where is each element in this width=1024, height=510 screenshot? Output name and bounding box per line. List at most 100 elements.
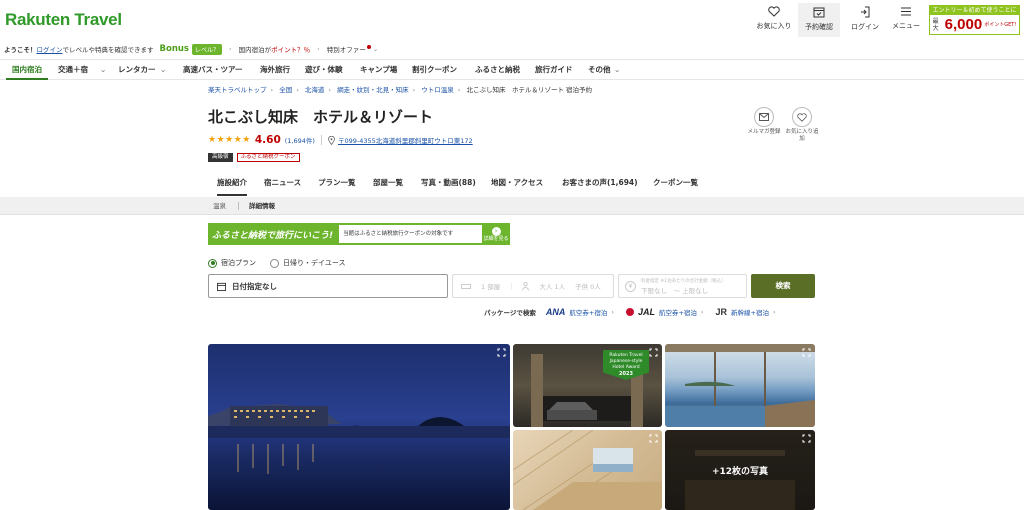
tab-access[interactable]: 地図・アクセス <box>491 172 543 196</box>
nav-camping[interactable]: キャンプ場 <box>360 60 397 80</box>
nav-overseas[interactable]: 海外旅行 <box>260 60 290 80</box>
breadcrumb-link[interactable]: ウトロ温泉 <box>421 86 454 94</box>
price-max: 〜 上限なし <box>673 287 709 295</box>
price-note: 料金指定 ※1泊あたりの合計金額（税込） <box>641 279 726 284</box>
nav-travel-guide[interactable]: 旅行ガイド <box>535 60 573 80</box>
chevron-down-icon: ⌄ <box>372 45 379 53</box>
radio-day-use[interactable]: 日帰り・デイユース <box>270 258 346 268</box>
award-photo[interactable]: Rakuten Travel Japanese-style Hotel Awar… <box>513 344 662 427</box>
breadcrumb-link[interactable]: 楽天トラベルトップ <box>208 86 267 94</box>
rakuten-travel-logo[interactable]: Rakuten Travel <box>5 10 122 30</box>
package-label: パッケージで検索 <box>484 309 536 317</box>
jal-logo: JAL <box>637 307 655 317</box>
breadcrumb-link[interactable]: 全国 <box>279 86 292 94</box>
tab-rooms[interactable]: 部屋一覧 <box>373 172 403 196</box>
furusato-banner[interactable]: ふるさと納税で旅行にいこう! 当館はふるさと納税旅行クーポンの対象です › 詳細… <box>208 223 510 245</box>
package-search-row: パッケージで検索 ANA 航空券+宿泊 › JAL 航空券+宿泊 › JR 新幹… <box>484 306 788 318</box>
radio-day-label: 日帰り・デイユース <box>283 259 346 267</box>
jal-package-text: 航空券+宿泊 <box>658 309 697 317</box>
tab-coupons[interactable]: クーポン一覧 <box>653 172 698 196</box>
nav-coupons[interactable]: 割引クーポン <box>412 60 457 80</box>
review-count-link[interactable]: (1,694件) <box>285 135 315 145</box>
radio-stay-label: 宿泊プラン <box>221 259 256 267</box>
search-button[interactable]: 検索 <box>751 274 815 298</box>
rating-score: 4.60 <box>254 134 281 146</box>
banner-details-button[interactable]: › 詳細を見る <box>482 226 510 242</box>
add-favorite-label: お気に入り追加 <box>785 129 819 142</box>
bonus-level-badge[interactable]: レベル？ <box>191 43 222 55</box>
promo-amount: 6,000 <box>944 16 983 33</box>
bonus-label[interactable]: Bonus <box>160 44 189 54</box>
address-link[interactable]: 〒099-4355北海道斜里郡斜里町ウトロ東172 <box>338 135 473 145</box>
login-button[interactable]: ログイン <box>845 6 885 32</box>
rooms-value: 1 部屋 <box>481 283 501 291</box>
nav-activities[interactable]: 遊び・体験 <box>305 60 343 80</box>
breadcrumb-link[interactable]: 網走・紋別・北見・知床 <box>337 86 409 94</box>
room-guest-selector[interactable]: 1 部屋 | 大人 1人 子供 0人 <box>452 274 614 298</box>
bed-icon <box>461 284 471 289</box>
special-offers-link[interactable]: 特別オファー <box>327 44 366 54</box>
hotel-tabs: 施設紹介 宿ニュース プラン一覧 部屋一覧 写真・動画(88) 地図・アクセス … <box>0 172 1024 196</box>
radio-stay-plan[interactable]: 宿泊プラン <box>208 258 256 268</box>
tab-news[interactable]: 宿ニュース <box>264 172 301 196</box>
subtab-details[interactable]: 詳細情報 <box>249 197 275 215</box>
onsen-view-photo[interactable] <box>665 344 815 427</box>
chevron-right-icon: › <box>491 226 501 236</box>
mail-icon <box>759 113 769 121</box>
nav-other[interactable]: その他 <box>588 60 611 80</box>
login-link[interactable]: ログイン <box>37 44 63 54</box>
ana-package-link[interactable]: ANA 航空券+宿泊 › <box>546 307 614 317</box>
nav-transport-hotel[interactable]: 交通＋宿 <box>58 60 88 80</box>
breadcrumb-current: 北こぶし知床 ホテル＆リゾート 宿泊予約 <box>466 86 593 94</box>
newsletter-button[interactable]: メルマガ登録 <box>746 107 782 136</box>
chevron-down-icon: ⌄ <box>100 65 107 74</box>
nav-bus-tour[interactable]: 高速バス・ツアー <box>183 60 243 80</box>
nav-furusato[interactable]: ふるさと納税 <box>475 60 520 80</box>
jr-package-link[interactable]: JR 新幹線+宿泊 › <box>716 307 776 317</box>
notification-dot-icon <box>366 45 371 49</box>
hotel-tags: 高級宿 ふるさと納税クーポン <box>208 153 300 162</box>
price-range-selector[interactable]: ¥ 料金指定 ※1泊あたりの合計金額（税込） 下限なし 〜 上限なし <box>618 274 747 298</box>
main-photo[interactable] <box>208 344 510 510</box>
expand-icon[interactable] <box>802 434 811 443</box>
newsletter-label: メルマガ登録 <box>747 129 781 135</box>
date-picker[interactable]: 日付指定なし <box>208 274 448 298</box>
points-promo-banner[interactable]: エントリー＆初めて使うことに 最大 6,000 ポイントGET! <box>929 5 1020 35</box>
chevron-down-icon: ⌄ <box>160 65 167 74</box>
adults-value: 大人 1人 <box>539 283 566 291</box>
chevron-down-icon: ⌄ <box>614 65 621 74</box>
points-percent[interactable]: ポイント？％ <box>271 44 310 54</box>
price-min: 下限なし <box>641 287 667 295</box>
expand-icon[interactable] <box>497 348 506 357</box>
subtab-onsen[interactable]: 温泉 <box>213 197 226 215</box>
map-pin-icon <box>328 135 335 145</box>
tab-reviews[interactable]: お客さまの声(1,694) <box>562 172 638 196</box>
login-label: ログイン <box>851 23 879 31</box>
hotel-name: 北こぶし知床 ホテル＆リゾート <box>208 108 434 126</box>
ana-logo: ANA <box>545 307 566 317</box>
expand-icon[interactable] <box>649 348 658 357</box>
reservations-button[interactable]: 予約確認 <box>798 3 840 37</box>
more-photos-tile[interactable]: +12枚の写真 <box>665 430 815 510</box>
chevron-right-icon: › <box>611 308 614 316</box>
rating-row: ★★★★★ 4.60 (1,694件) 〒099-4355北海道斜里郡斜里町ウト… <box>208 134 473 146</box>
breadcrumb-link[interactable]: 北海道 <box>305 86 325 94</box>
nav-rental-car[interactable]: レンタカー <box>118 60 156 80</box>
expand-icon[interactable] <box>802 348 811 357</box>
sauna-photo[interactable] <box>513 430 662 510</box>
jal-package-link[interactable]: JAL 航空券+宿泊 › <box>625 307 704 317</box>
add-favorite-button[interactable]: お気に入り追加 <box>784 107 820 143</box>
date-value: 日付指定なし <box>232 281 277 291</box>
tab-overview[interactable]: 施設紹介 <box>217 172 247 196</box>
favorites-button[interactable]: お気に入り <box>754 6 794 31</box>
expand-icon[interactable] <box>649 434 658 443</box>
sub-tabs: 温泉 詳細情報 <box>0 197 1024 215</box>
nav-domestic[interactable]: 国内宿泊 <box>6 60 48 80</box>
welcome-bar: ようこそ！ ログイン でレベルや特典を確認できます Bonus レベル？ › 国… <box>4 43 378 55</box>
tab-photos[interactable]: 写真・動画(88) <box>421 172 476 196</box>
menu-button[interactable]: メニュー <box>886 6 926 31</box>
chevron-right-icon: › <box>772 308 776 316</box>
chevron-right-icon: › <box>317 45 320 53</box>
hamburger-icon <box>901 7 911 16</box>
tab-plans[interactable]: プラン一覧 <box>318 172 356 196</box>
